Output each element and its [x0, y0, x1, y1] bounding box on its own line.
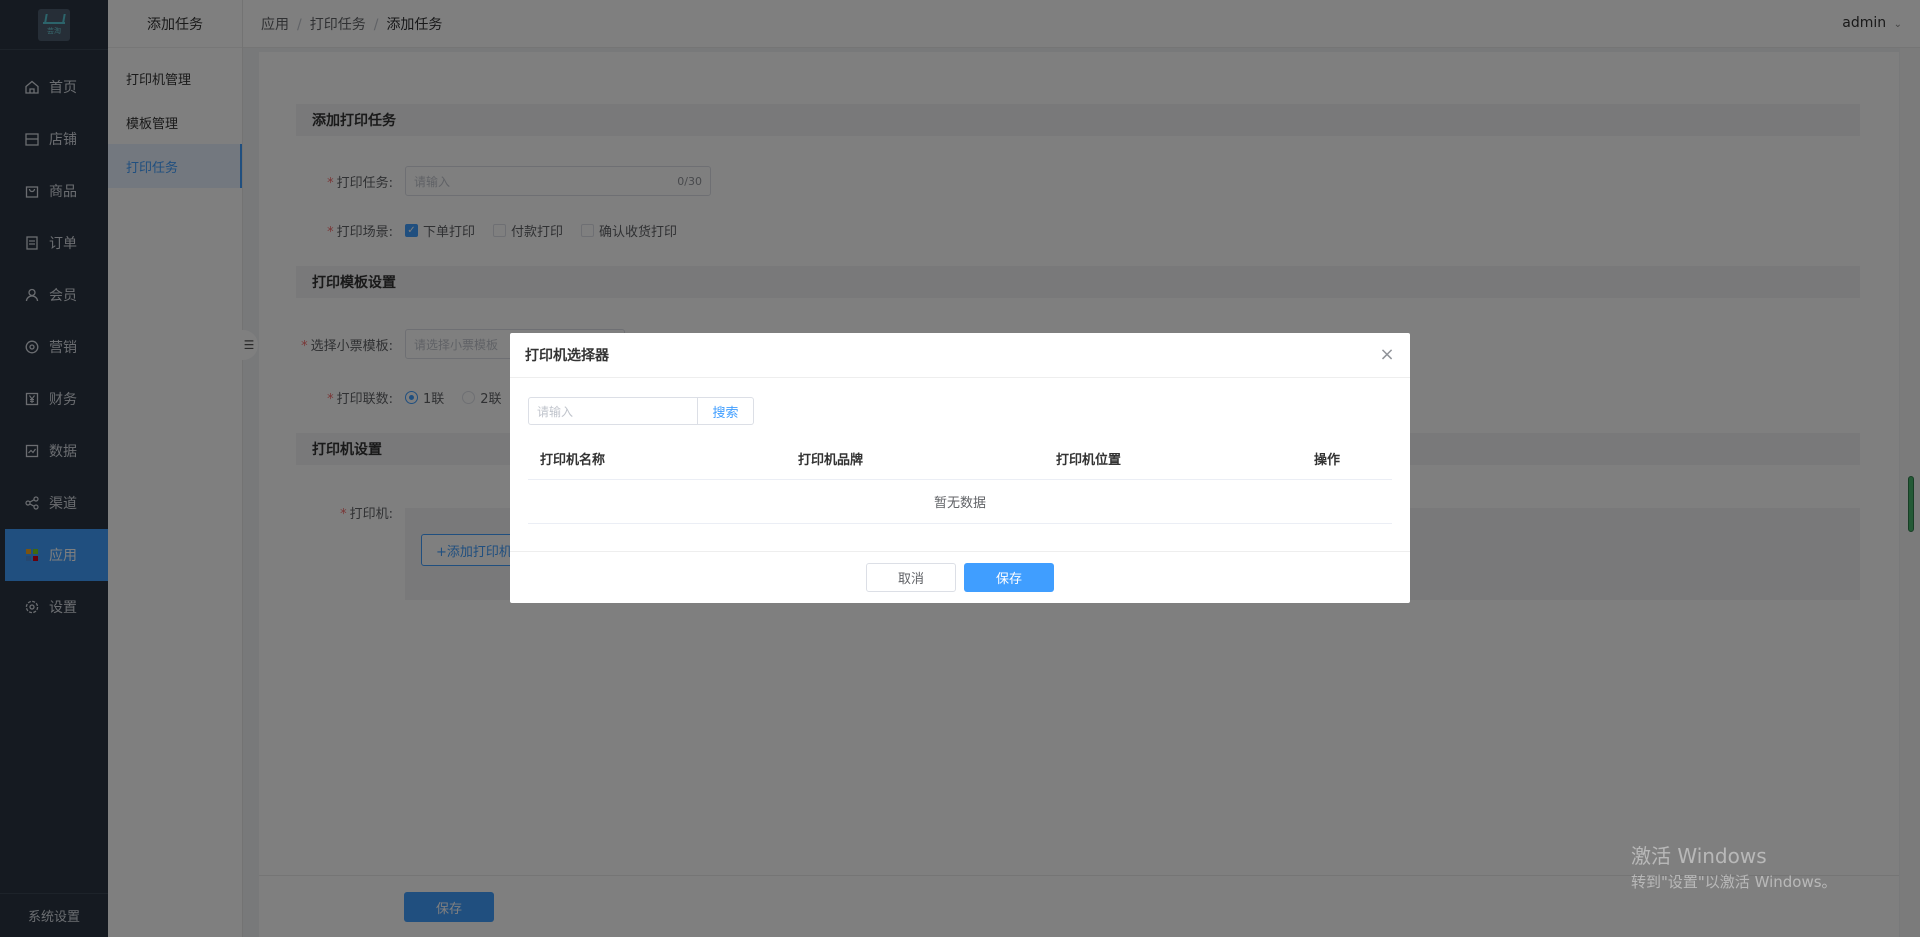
printer-search-input[interactable]: 请输入 [528, 397, 698, 425]
cancel-button[interactable]: 取消 [866, 563, 956, 592]
dialog-footer: 取消 保存 [510, 551, 1410, 603]
dialog-title: 打印机选择器 [510, 333, 1410, 378]
table-header-row: 打印机名称 打印机品牌 打印机位置 操作 [528, 439, 1392, 480]
watermark-line1: 激活 Windows [1631, 844, 1767, 868]
close-icon[interactable]: × [1378, 346, 1396, 364]
printer-table: 打印机名称 打印机品牌 打印机位置 操作 暂无数据 [528, 439, 1392, 524]
windows-activation-watermark: 激活 Windows 转到"设置"以激活 Windows。 [1631, 840, 1837, 892]
column-header-actions: 操作 [1302, 439, 1392, 480]
watermark-line2: 转到"设置"以激活 Windows。 [1631, 873, 1837, 891]
printer-selector-dialog: 打印机选择器 × 请输入 搜索 打印机名称 打印机品牌 打印机位置 操作 暂无数… [510, 333, 1410, 603]
empty-row: 暂无数据 [528, 479, 1392, 524]
column-header-brand: 打印机品牌 [786, 439, 1044, 480]
confirm-save-button[interactable]: 保存 [964, 563, 1054, 592]
column-header-name: 打印机名称 [528, 439, 786, 480]
empty-text: 暂无数据 [528, 479, 1392, 524]
printer-search: 请输入 搜索 [528, 397, 754, 425]
search-button[interactable]: 搜索 [698, 397, 754, 425]
column-header-location: 打印机位置 [1044, 439, 1302, 480]
